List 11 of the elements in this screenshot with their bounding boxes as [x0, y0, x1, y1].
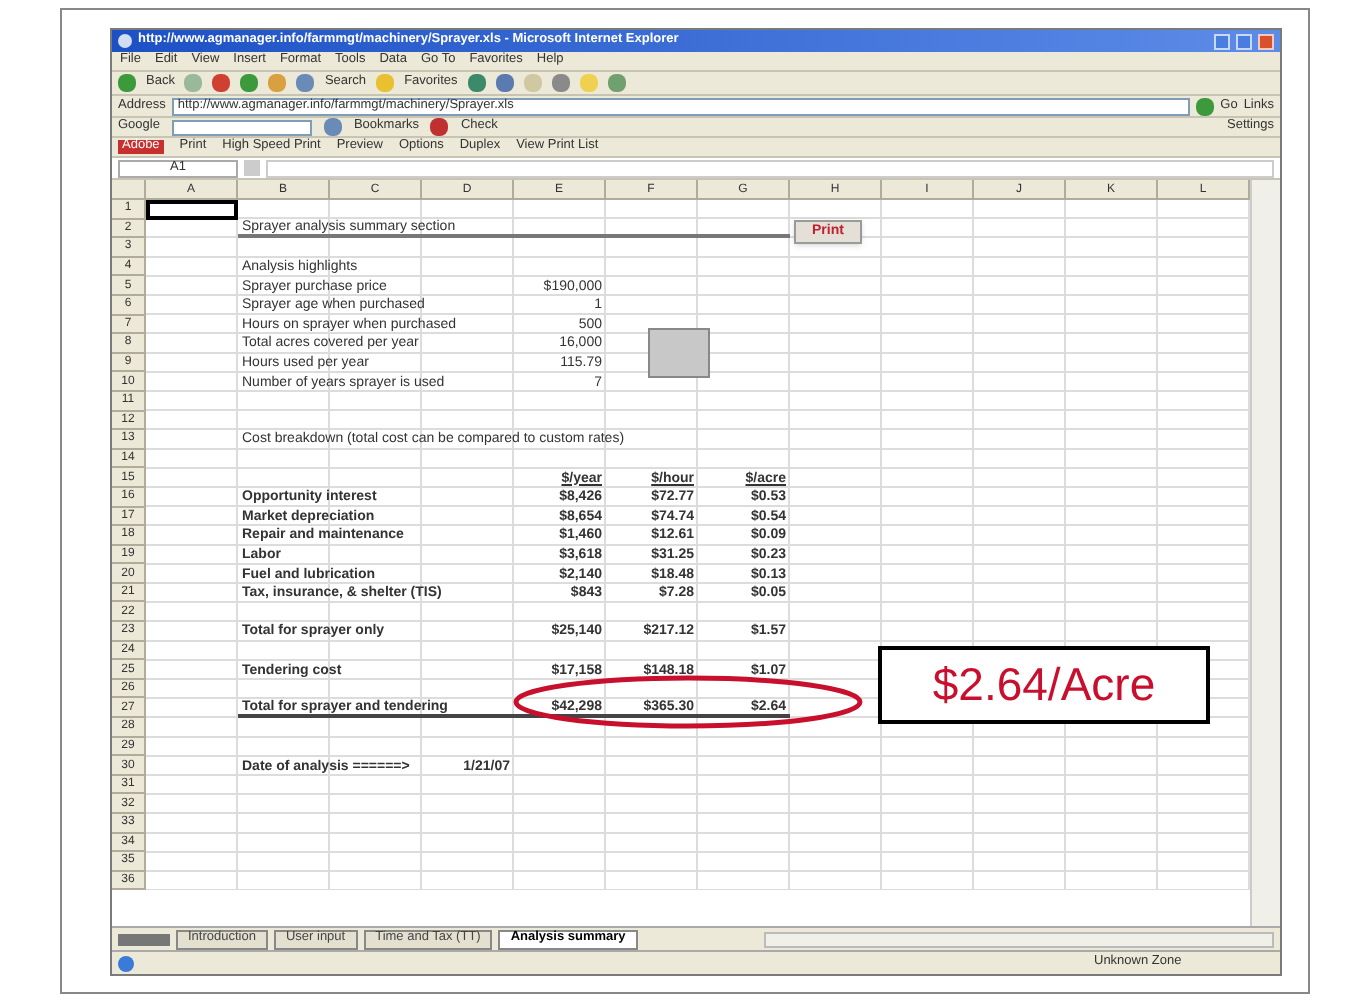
minimize-button[interactable] — [1214, 33, 1230, 49]
google-search-field[interactable] — [171, 119, 312, 135]
spin-control[interactable] — [648, 328, 710, 378]
active-cell[interactable] — [146, 200, 238, 220]
maximize-button[interactable] — [1236, 33, 1252, 49]
close-button[interactable] — [1258, 33, 1274, 49]
callout-text: $2.64/Acre — [932, 662, 1156, 708]
formula-field[interactable] — [266, 159, 1274, 177]
select-all-corner[interactable] — [112, 180, 146, 200]
horizontal-scrollbar[interactable] — [763, 931, 1274, 947]
vertical-scrollbar[interactable] — [1250, 180, 1280, 926]
